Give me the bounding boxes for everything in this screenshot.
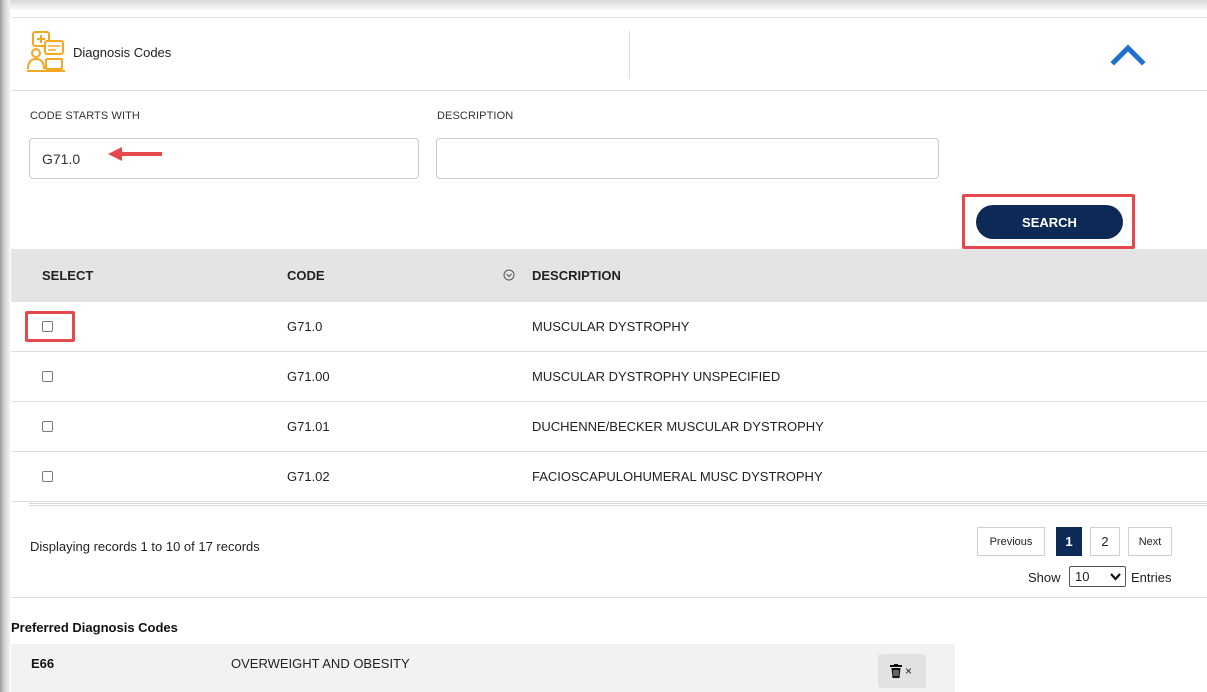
chevron-down-icon: [1110, 573, 1121, 581]
top-shadow: [0, 0, 1207, 10]
remove-preferred-button[interactable]: ×: [878, 654, 926, 688]
table-row: G71.01 DUCHENNE/BECKER MUSCULAR DYSTROPH…: [11, 402, 1207, 452]
row-description: MUSCULAR DYSTROPHY: [532, 319, 690, 334]
column-header-code: CODE: [287, 268, 325, 283]
page-title: Diagnosis Codes: [73, 45, 172, 60]
red-arrow-icon: [108, 147, 162, 161]
column-header-description: DESCRIPTION: [532, 268, 621, 283]
preferred-code-description: OVERWEIGHT AND OBESITY: [231, 656, 410, 671]
description-input[interactable]: [436, 138, 939, 179]
chevron-up-icon: [1110, 44, 1146, 66]
table-row: G71.02 FACIOSCAPULOHUMERAL MUSC DYSTROPH…: [11, 452, 1207, 502]
column-header-select: SELECT: [42, 268, 94, 283]
next-page-button[interactable]: Next: [1128, 527, 1172, 556]
row-code: G71.00: [287, 369, 330, 384]
row-description: FACIOSCAPULOHUMERAL MUSC DYSTROPHY: [532, 469, 823, 484]
row-description: MUSCULAR DYSTROPHY UNSPECIFIED: [532, 369, 781, 384]
entries-per-page-select[interactable]: 10: [1069, 566, 1126, 587]
preferred-code: E66: [31, 656, 55, 671]
preferred-codes-title: Preferred Diagnosis Codes: [11, 620, 178, 635]
table-row: G71.00 MUSCULAR DYSTROPHY UNSPECIFIED: [11, 352, 1207, 402]
row-select-checkbox[interactable]: [42, 371, 53, 382]
row-description: DUCHENNE/BECKER MUSCULAR DYSTROPHY: [532, 419, 824, 434]
page-1-button[interactable]: 1: [1056, 527, 1082, 556]
show-label: Show: [1028, 570, 1061, 585]
sort-circle-icon[interactable]: [503, 269, 515, 281]
table-bottom-border: [29, 503, 1207, 506]
table-header: SELECT CODE DESCRIPTION: [11, 249, 1207, 302]
row-code: G71.0: [287, 319, 323, 334]
panel-header: Diagnosis Codes: [11, 17, 1207, 91]
remove-glyph: ×: [905, 664, 913, 678]
left-shadow: [0, 0, 10, 692]
row-select-checkbox[interactable]: [42, 471, 53, 482]
code-starts-with-input[interactable]: [29, 138, 419, 179]
header-divider: [629, 31, 630, 79]
medical-records-icon: [25, 29, 69, 75]
entries-per-page-value: 10: [1075, 569, 1090, 584]
collapse-button[interactable]: [1108, 38, 1148, 70]
section-divider: [11, 597, 1207, 598]
page-2-button[interactable]: 2: [1090, 527, 1120, 556]
row-select-checkbox[interactable]: [42, 421, 53, 432]
row-code: G71.02: [287, 469, 330, 484]
diagnosis-codes-panel: Diagnosis Codes CODE STARTS WITH DESCRIP…: [0, 0, 1207, 692]
description-label: DESCRIPTION: [437, 110, 514, 122]
row-code: G71.01: [287, 419, 330, 434]
preferred-code-row: E66 OVERWEIGHT AND OBESITY ×: [11, 644, 955, 692]
code-starts-with-label: CODE STARTS WITH: [30, 110, 140, 122]
records-summary: Displaying records 1 to 10 of 17 records: [30, 539, 260, 554]
table-row: G71.0 MUSCULAR DYSTROPHY: [11, 302, 1207, 352]
previous-page-button[interactable]: Previous: [977, 527, 1045, 556]
search-button[interactable]: SEARCH: [976, 205, 1123, 239]
checkbox-highlight-box: [25, 311, 75, 342]
entries-label: Entries: [1131, 570, 1172, 585]
trash-icon: [890, 664, 902, 678]
